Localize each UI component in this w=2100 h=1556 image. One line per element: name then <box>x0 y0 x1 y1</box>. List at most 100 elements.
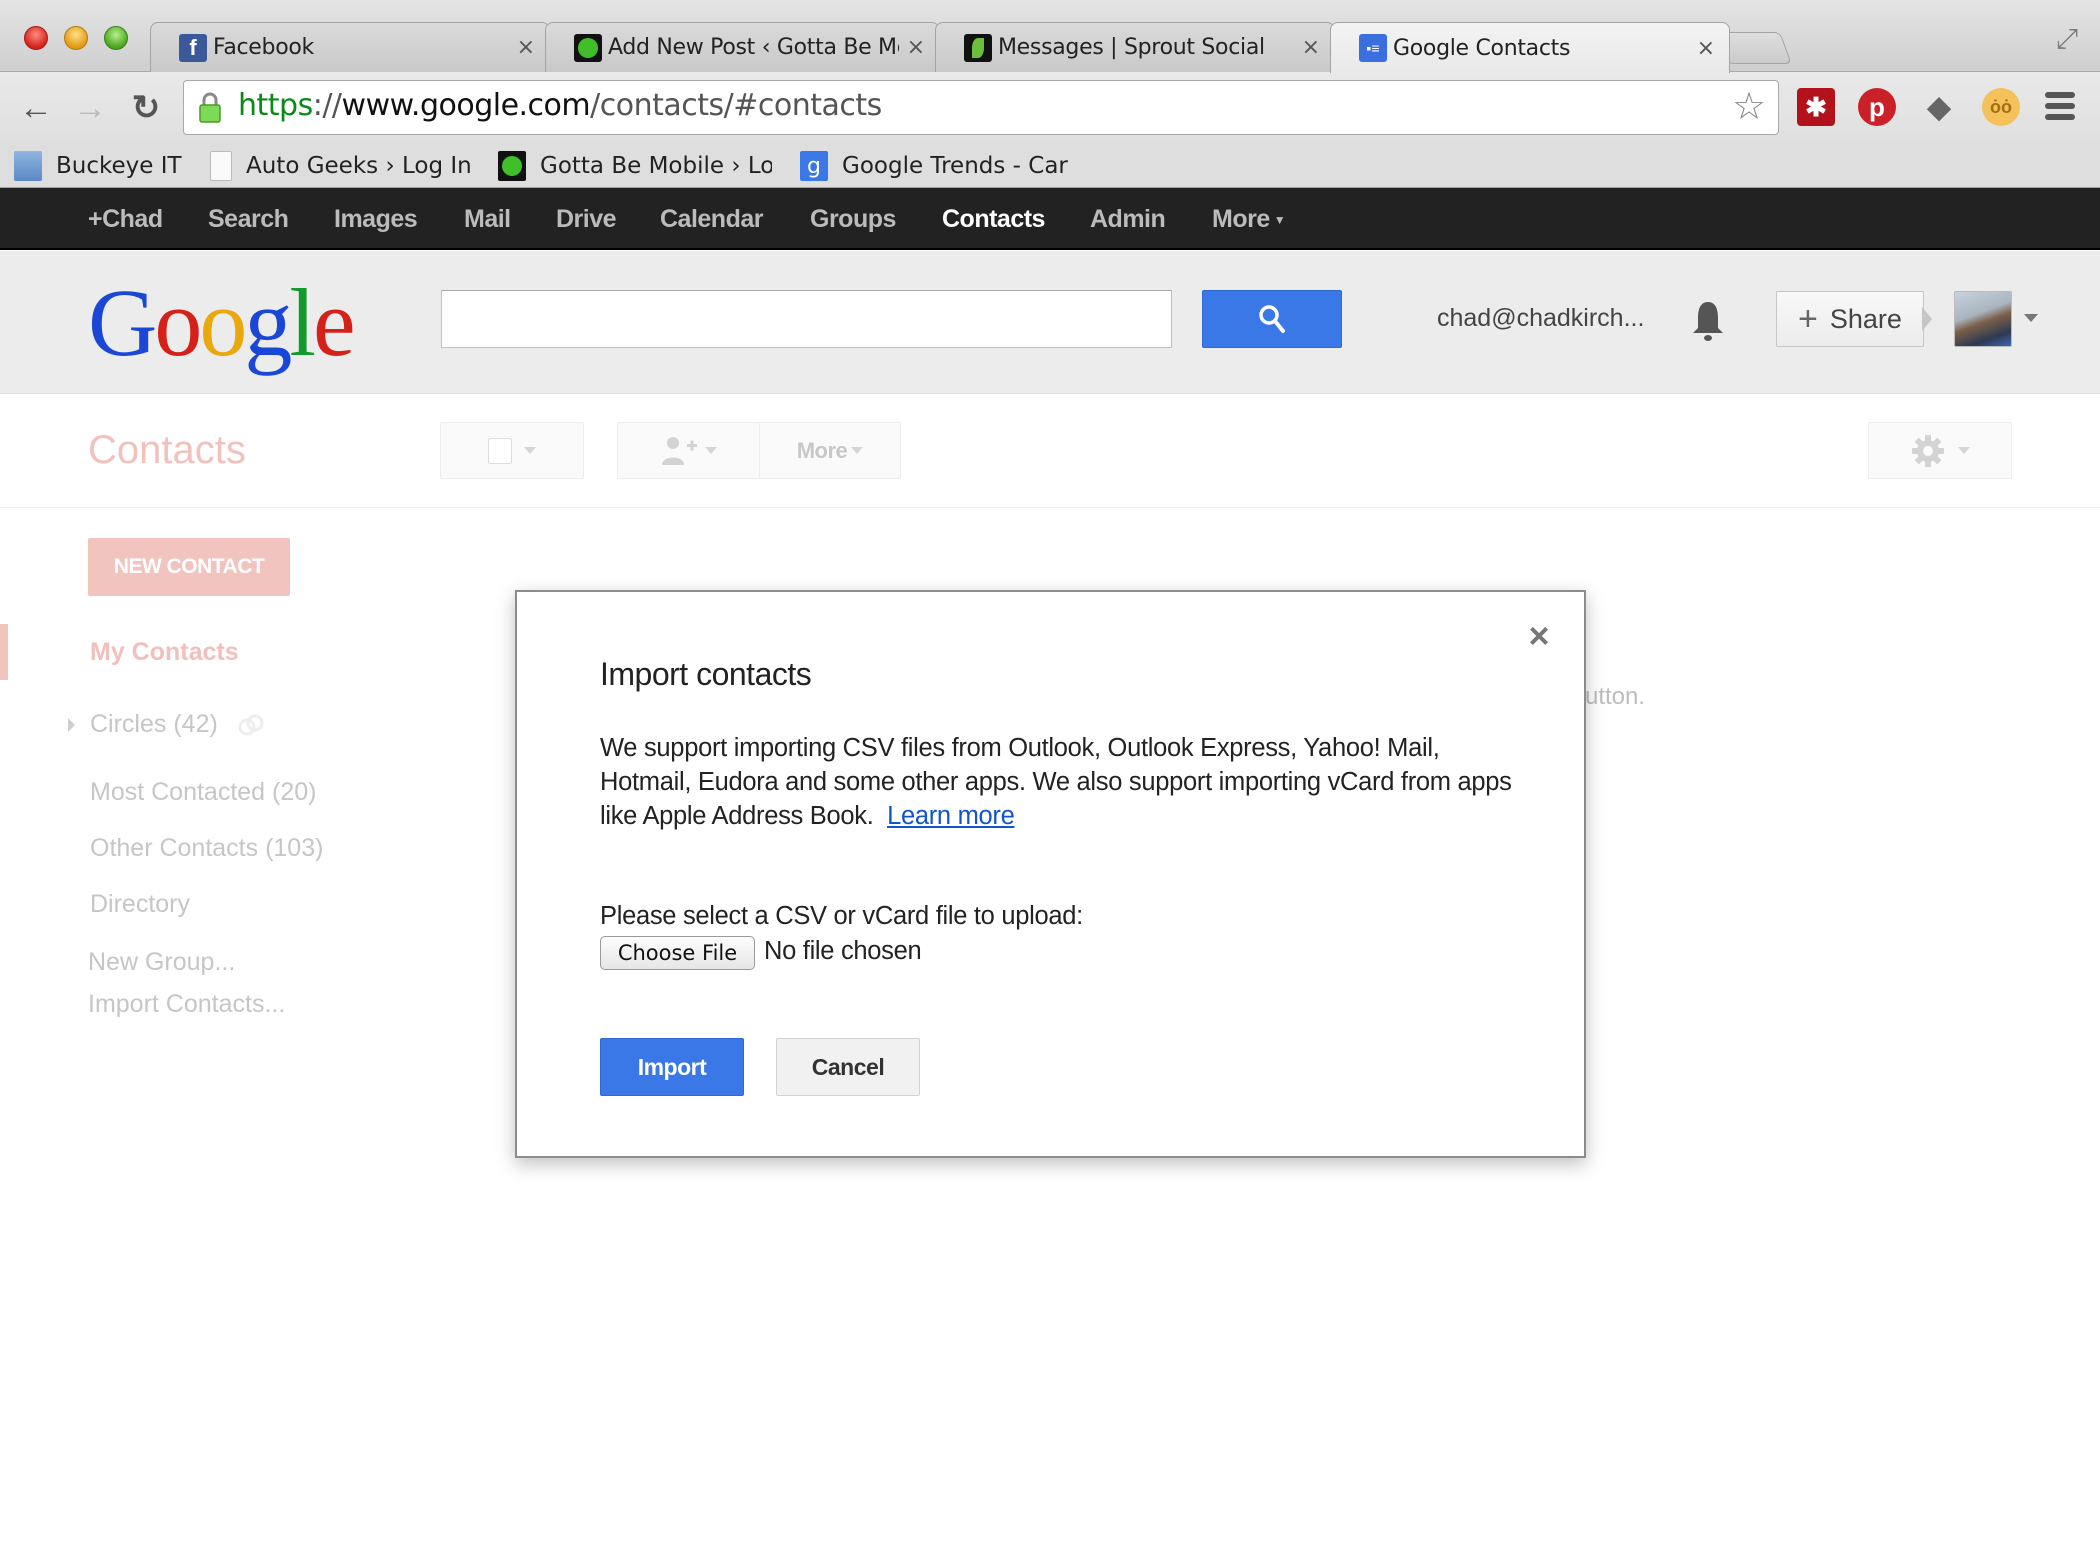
share-label: Share <box>1829 303 1902 334</box>
more-label: More <box>796 437 848 463</box>
chevron-down-icon: ▼ <box>1273 213 1286 228</box>
folder-icon <box>14 151 42 181</box>
logo-letter: g <box>244 269 292 376</box>
circles-icon[interactable] <box>236 710 266 740</box>
google-bar <box>0 188 2100 250</box>
lock-icon <box>199 92 221 123</box>
upload-label: Please select a CSV or vCard file to upl… <box>600 902 1083 930</box>
url-scheme: https <box>238 88 313 123</box>
bookmark-google-trends[interactable]: g Google Trends - Car <box>800 144 1072 188</box>
expand-arrow-icon[interactable] <box>68 718 75 732</box>
choose-file-button[interactable]: Choose File <box>600 936 755 970</box>
gbar-calendar[interactable]: Calendar <box>660 188 763 250</box>
notification-bell-icon[interactable] <box>1690 298 1726 342</box>
reload-icon[interactable]: ↻ <box>124 86 168 130</box>
tab-close-icon[interactable]: × <box>1302 35 1320 60</box>
gbar-admin[interactable]: Admin <box>1090 188 1166 250</box>
add-person-icon <box>662 436 697 465</box>
gotta-be-mobile-icon <box>574 33 602 62</box>
google-contacts-icon: ▪≡ <box>1359 34 1387 62</box>
pinterest-icon[interactable]: p <box>1858 88 1896 126</box>
window-zoom-button[interactable] <box>104 26 128 50</box>
bookmark-star-icon[interactable]: ☆ <box>1732 86 1766 128</box>
tab-sprout-social[interactable]: Messages | Sprout Social × <box>935 22 1335 72</box>
sidebar-import-contacts-link[interactable]: Import Contacts... <box>88 990 285 1019</box>
more-actions-button[interactable]: More <box>759 422 901 479</box>
bookmark-label: Google Trends - Car <box>842 153 1068 179</box>
tab-title: Google Contacts <box>1393 35 1571 61</box>
tab-title: Messages | Sprout Social <box>998 35 1265 60</box>
share-button[interactable]: + Share <box>1776 291 1924 347</box>
sidebar-item-circles[interactable]: Circles (42) <box>90 710 218 739</box>
chevron-down-icon <box>705 447 717 454</box>
gbar-more[interactable]: More ▼ <box>1212 188 1286 250</box>
page-icon <box>210 151 232 181</box>
sidebar-new-group-link[interactable]: New Group... <box>88 948 235 977</box>
tab-close-icon[interactable]: × <box>907 35 925 60</box>
search-input[interactable] <box>441 290 1172 348</box>
avatar[interactable] <box>1954 291 2012 347</box>
gbar-groups[interactable]: Groups <box>810 188 896 250</box>
logo-letter: G <box>88 269 157 376</box>
tab-title: Facebook <box>213 35 314 60</box>
gotta-be-mobile-icon <box>498 151 526 181</box>
bookmark-gotta-be-mobile[interactable]: Gotta Be Mobile › Log <box>498 144 772 188</box>
url-host: www.google.com <box>341 88 591 123</box>
new-contact-button[interactable]: NEW CONTACT <box>88 538 290 596</box>
learn-more-link[interactable]: Learn more <box>887 802 1015 830</box>
forward-arrow-icon[interactable]: → <box>68 86 112 130</box>
url-text[interactable]: https://www.google.com/contacts/#contact… <box>238 88 882 123</box>
tab-close-icon[interactable]: × <box>517 35 535 60</box>
sidebar-item-other-contacts[interactable]: Other Contacts (103) <box>90 834 323 863</box>
import-button[interactable]: Import <box>600 1038 744 1096</box>
chevron-down-icon[interactable] <box>2024 314 2038 322</box>
gbar-mail[interactable]: Mail <box>464 188 511 250</box>
bookmark-auto-geeks[interactable]: Auto Geeks › Log In <box>210 144 480 188</box>
lastpass-icon[interactable]: ✱ <box>1797 88 1835 126</box>
window-minimize-button[interactable] <box>64 26 88 50</box>
tab-add-new-post[interactable]: Add New Post ‹ Gotta Be Mobile × <box>545 22 940 72</box>
share-callout-arrow <box>1922 307 1932 331</box>
tab-close-icon[interactable]: × <box>1697 36 1715 61</box>
bookmark-label: Buckeye IT <box>56 153 182 179</box>
tab-facebook[interactable]: f Facebook × <box>150 22 550 72</box>
bookmark-buckeye-it[interactable]: Buckeye IT <box>14 144 194 188</box>
bookmark-label: Gotta Be Mobile › Log <box>540 153 772 179</box>
chrome-menu-icon[interactable] <box>2045 92 2075 120</box>
bookmark-label: Auto Geeks › Log In <box>246 153 472 179</box>
sidebar-item-directory[interactable]: Directory <box>90 890 190 919</box>
checkbox[interactable] <box>488 437 512 464</box>
gbar-search[interactable]: Search <box>208 188 289 250</box>
fullscreen-icon[interactable]: ⤢ <box>2052 24 2082 54</box>
chevron-down-icon <box>851 447 864 454</box>
sprout-social-icon <box>964 33 992 62</box>
owl-icon[interactable]: ȯȯ <box>1982 88 2020 126</box>
selected-indicator <box>0 624 8 680</box>
dialog-description: We support importing CSV files from Outl… <box>600 731 1530 833</box>
account-email[interactable]: chad@chadkirch... <box>1437 301 1644 335</box>
window-close-button[interactable] <box>24 26 48 50</box>
sidebar-item-my-contacts[interactable]: My Contacts <box>90 638 239 667</box>
cancel-button[interactable]: Cancel <box>776 1038 920 1096</box>
facebook-icon: f <box>179 33 207 62</box>
evernote-icon[interactable]: ◆ <box>1920 88 1958 126</box>
page-title: Contacts <box>88 428 246 472</box>
settings-button[interactable] <box>1868 422 2012 479</box>
gbar-plus-chad[interactable]: +Chad <box>88 188 163 250</box>
url-path: /contacts/#contacts <box>590 88 882 123</box>
gbar-drive[interactable]: Drive <box>556 188 617 250</box>
close-icon[interactable]: × <box>1521 618 1557 654</box>
back-arrow-icon[interactable]: ← <box>14 86 58 130</box>
logo-letter: l <box>289 269 316 376</box>
gbar-contacts[interactable]: Contacts <box>942 188 1045 250</box>
add-to-circle-button[interactable] <box>617 422 760 479</box>
dialog-title: Import contacts <box>600 656 812 692</box>
google-logo[interactable]: Google <box>88 268 356 378</box>
sidebar-item-most-contacted[interactable]: Most Contacted (20) <box>90 778 317 807</box>
select-checkbox-button[interactable] <box>440 422 584 479</box>
gbar-images[interactable]: Images <box>334 188 418 250</box>
file-status: No file chosen <box>764 937 922 965</box>
tab-google-contacts[interactable]: ▪≡ Google Contacts × <box>1330 22 1730 73</box>
gbar-more-label: More <box>1212 205 1270 233</box>
search-button[interactable] <box>1202 290 1342 348</box>
